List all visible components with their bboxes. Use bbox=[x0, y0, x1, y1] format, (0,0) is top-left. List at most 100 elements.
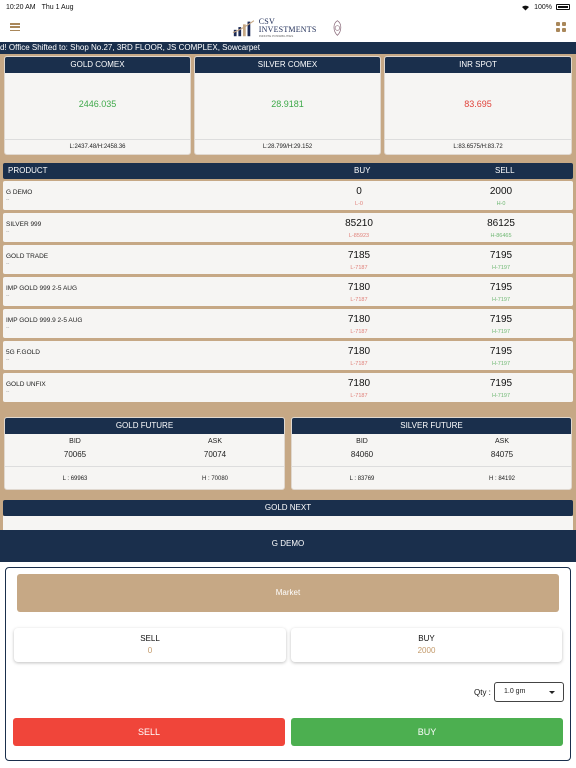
future-card-title: SILVER FUTURE bbox=[292, 418, 571, 434]
product-low: L-0 bbox=[355, 201, 363, 207]
order-sheet: Market SELL 0 BUY 2000 Qty : 1.0 gm SELL… bbox=[5, 567, 571, 761]
market-button[interactable]: Market bbox=[17, 574, 559, 612]
status-bar: 10:20 AM Thu 1 Aug 100% bbox=[0, 0, 576, 14]
product-subtext: -- bbox=[6, 389, 10, 395]
product-subtext: -- bbox=[6, 229, 10, 235]
chevron-down-icon bbox=[549, 691, 555, 694]
product-high: H-7197 bbox=[491, 393, 511, 399]
logo-seal-icon bbox=[333, 20, 342, 36]
ask-label: ASK bbox=[494, 438, 509, 445]
product-subtext: -- bbox=[6, 357, 10, 363]
product-sell-price: 7195 bbox=[489, 250, 513, 261]
buy-price-label: BUY bbox=[418, 634, 435, 643]
rate-value: 2446.035 bbox=[78, 99, 117, 109]
product-buy-price: 0 bbox=[356, 186, 362, 197]
bid-value: 84060 bbox=[350, 450, 374, 459]
product-name: GOLD UNFIX bbox=[6, 381, 46, 388]
bid-label: BID bbox=[69, 438, 81, 445]
qty-selected-value: 1.0 gm bbox=[504, 688, 526, 695]
product-row[interactable]: IMP GOLD 999.9 2-5 AUG -- 7180 7195 L-71… bbox=[3, 309, 573, 338]
app-header: CSV INVESTMENTS INFINITE POSSIBILITIES bbox=[0, 14, 576, 42]
gold-next-header: GOLD NEXT bbox=[3, 500, 573, 516]
product-high: H-7197 bbox=[491, 329, 511, 335]
product-low: L-7187 bbox=[350, 265, 368, 271]
rate-low-high: L:83.6575/H:83.72 bbox=[453, 144, 503, 150]
grid-menu-icon[interactable] bbox=[556, 22, 566, 32]
product-buy-price: 7180 bbox=[347, 314, 371, 325]
column-buy: BUY bbox=[354, 166, 371, 175]
future-card-silver: SILVER FUTURE BID ASK 84060 84075 L : 83… bbox=[291, 417, 572, 490]
rate-card-gold-comex: GOLD COMEX 2446.035 L:2437.48/H:2458.36 bbox=[4, 56, 191, 155]
column-product: PRODUCT bbox=[8, 166, 48, 175]
product-row[interactable]: G DEMO -- 0 2000 L-0 H-0 bbox=[3, 181, 573, 210]
rate-value: 83.695 bbox=[464, 99, 492, 109]
status-time: 10:20 AM bbox=[6, 3, 36, 11]
product-name: SILVER 999 bbox=[6, 221, 42, 228]
product-sell-price: 7195 bbox=[489, 282, 513, 293]
product-buy-price: 85210 bbox=[345, 218, 373, 229]
product-subtext: -- bbox=[6, 293, 10, 299]
battery-percent: 100% bbox=[534, 3, 552, 11]
status-right: 100% bbox=[521, 4, 570, 11]
ask-value: 84075 bbox=[490, 450, 514, 459]
qty-dropdown[interactable]: 1.0 gm bbox=[494, 682, 564, 702]
battery-icon bbox=[556, 4, 570, 10]
product-subtext: -- bbox=[6, 197, 10, 203]
products-table-header: PRODUCT BUY SELL bbox=[3, 163, 573, 179]
product-sell-price: 7195 bbox=[489, 314, 513, 325]
product-high: H-86465 bbox=[490, 233, 512, 239]
product-high: H-7197 bbox=[491, 361, 511, 367]
product-sell-price: 86125 bbox=[487, 218, 515, 229]
announcement-ticker: d! Office Shifted to: Shop No.27, 3RD FL… bbox=[0, 42, 576, 54]
gold-next-body bbox=[3, 516, 573, 530]
product-subtext: -- bbox=[6, 261, 10, 267]
product-row[interactable]: 5G F.GOLD -- 7180 7195 L-7187 H-7197 bbox=[3, 341, 573, 370]
order-sheet-title: G DEMO bbox=[0, 530, 576, 562]
rate-card-title: GOLD COMEX bbox=[5, 57, 190, 73]
wifi-icon bbox=[522, 5, 530, 10]
buy-button[interactable]: BUY bbox=[291, 718, 563, 746]
buy-price-value: 2000 bbox=[417, 646, 436, 655]
product-high: H-7197 bbox=[491, 265, 511, 271]
rate-card-silver-comex: SILVER COMEX 28.9181 L:28.799/H:29.152 bbox=[194, 56, 381, 155]
logo-chart-icon bbox=[232, 20, 255, 37]
product-buy-price: 7185 bbox=[347, 250, 371, 261]
product-name: IMP GOLD 999 2-5 AUG bbox=[6, 285, 78, 292]
product-sell-price: 7195 bbox=[489, 378, 513, 389]
rate-card-title: INR SPOT bbox=[385, 57, 571, 73]
product-low: L-7187 bbox=[350, 297, 368, 303]
product-row[interactable]: IMP GOLD 999 2-5 AUG -- 7180 7195 L-7187… bbox=[3, 277, 573, 306]
future-high: H : 84192 bbox=[488, 476, 516, 482]
future-card-title: GOLD FUTURE bbox=[5, 418, 284, 434]
rate-low-high: L:2437.48/H:2458.36 bbox=[69, 144, 126, 150]
product-low: L-7187 bbox=[350, 329, 368, 335]
logo-title: CSV INVESTMENTS bbox=[258, 17, 317, 34]
menu-icon[interactable] bbox=[10, 23, 20, 31]
product-name: IMP GOLD 999.9 2-5 AUG bbox=[6, 317, 83, 324]
product-row[interactable]: SILVER 999 -- 85210 86125 L-85923 H-8646… bbox=[3, 213, 573, 242]
product-name: G DEMO bbox=[6, 189, 33, 196]
ask-label: ASK bbox=[207, 438, 222, 445]
product-sell-price: 2000 bbox=[489, 186, 513, 197]
product-subtext: -- bbox=[6, 325, 10, 331]
product-row[interactable]: GOLD UNFIX -- 7180 7195 L-7187 H-7197 bbox=[3, 373, 573, 402]
product-low: L-7187 bbox=[350, 393, 368, 399]
product-low: L-85923 bbox=[348, 233, 370, 239]
future-card-gold: GOLD FUTURE BID ASK 70065 70074 L : 6996… bbox=[4, 417, 285, 490]
product-row[interactable]: GOLD TRADE -- 7185 7195 L-7187 H-7197 bbox=[3, 245, 573, 274]
future-high: H : 70080 bbox=[201, 476, 229, 482]
rate-card-inr-spot: INR SPOT 83.695 L:83.6575/H:83.72 bbox=[384, 56, 572, 155]
sell-button[interactable]: SELL bbox=[13, 718, 285, 746]
product-buy-price: 7180 bbox=[347, 282, 371, 293]
buy-price-box: BUY 2000 bbox=[291, 628, 562, 662]
product-name: GOLD TRADE bbox=[6, 253, 49, 260]
bid-label: BID bbox=[356, 438, 368, 445]
logo-subtitle: INFINITE POSSIBILITIES bbox=[258, 34, 294, 38]
sell-price-box: SELL 0 bbox=[14, 628, 286, 662]
rate-card-title: SILVER COMEX bbox=[195, 57, 380, 73]
product-low: L-7187 bbox=[350, 361, 368, 367]
status-date: Thu 1 Aug bbox=[41, 3, 74, 11]
bid-value: 70065 bbox=[63, 450, 87, 459]
column-sell: SELL bbox=[495, 166, 515, 175]
ask-value: 70074 bbox=[203, 450, 227, 459]
